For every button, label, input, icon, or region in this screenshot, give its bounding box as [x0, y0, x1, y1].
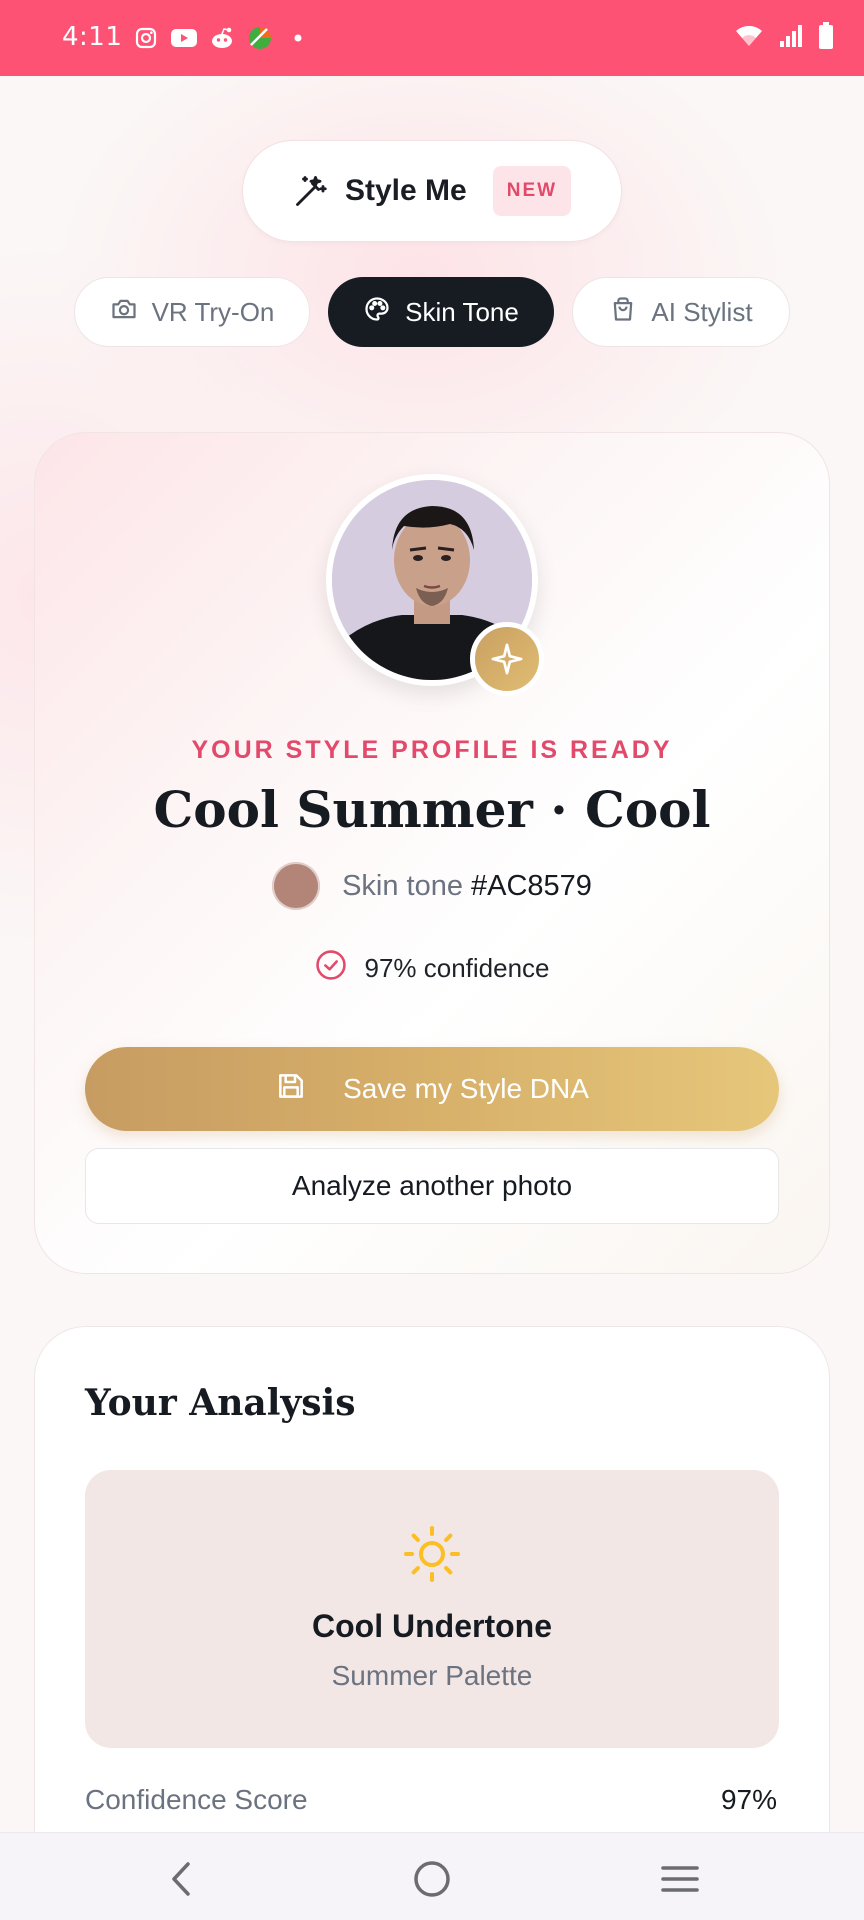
- system-icons: [734, 22, 834, 55]
- skin-tone-hex: #AC8579: [470, 869, 592, 902]
- tab-label: VR Try-On: [151, 296, 275, 327]
- signal-icon: [778, 23, 804, 54]
- dot-icon: [284, 24, 312, 52]
- confidence-score-value: 97%: [720, 1784, 777, 1815]
- system-nav-bar: [0, 1832, 864, 1920]
- skin-tone-swatch: [272, 862, 321, 910]
- reddit-icon: [208, 24, 236, 52]
- tab-skin-tone[interactable]: Skin Tone: [328, 277, 554, 347]
- status-bar: 4:11: [0, 0, 864, 76]
- magic-wand-icon: [293, 173, 329, 209]
- undertone-subtitle: Summer Palette: [331, 1660, 533, 1691]
- skin-tone-label: Skin tone: [342, 869, 463, 902]
- youtube-icon: [170, 24, 198, 52]
- save-button-label: Save my Style DNA: [343, 1073, 589, 1104]
- new-badge: NEW: [492, 166, 572, 216]
- browser-icon: [246, 24, 274, 52]
- save-style-dna-button[interactable]: Save my Style DNA: [85, 1047, 779, 1131]
- shopping-bag-icon: [609, 295, 637, 330]
- battery-icon: [818, 22, 834, 55]
- wifi-icon: [734, 24, 764, 53]
- camera-icon: [110, 295, 138, 330]
- tab-vr-try-on[interactable]: VR Try-On: [74, 277, 310, 347]
- analyze-another-photo-button[interactable]: Analyze another photo: [85, 1148, 779, 1224]
- palette-icon: [363, 295, 391, 330]
- confidence-text: 97% confidence: [364, 953, 550, 983]
- style-me-header: Style Me NEW: [242, 140, 622, 242]
- status-time: 4:11: [62, 22, 123, 52]
- profile-headline: Cool Summer · Cool: [153, 780, 711, 839]
- notification-icons: [132, 24, 312, 52]
- tab-ai-stylist[interactable]: AI Stylist: [572, 277, 790, 347]
- confidence-row: 97% confidence: [0, 948, 864, 989]
- sparkle-badge-icon: [470, 622, 544, 696]
- save-icon: [275, 1070, 307, 1109]
- back-icon[interactable]: [158, 1855, 206, 1903]
- analysis-title: Your Analysis: [85, 1382, 356, 1424]
- undertone-title: Cool Undertone: [312, 1608, 552, 1644]
- sun-icon: [402, 1524, 462, 1584]
- tab-label: Skin Tone: [405, 296, 519, 327]
- menu-icon[interactable]: [656, 1855, 704, 1903]
- confidence-score-label: Confidence Score: [85, 1784, 308, 1815]
- profile-eyebrow: YOUR STYLE PROFILE IS READY: [191, 736, 673, 764]
- tab-label: AI Stylist: [651, 296, 753, 327]
- check-circle-icon: [314, 948, 348, 989]
- skin-tone-row: Skin tone #AC8579: [0, 862, 864, 910]
- instagram-icon: [132, 24, 160, 52]
- home-icon[interactable]: [408, 1855, 456, 1903]
- page-title: Style Me: [345, 174, 467, 207]
